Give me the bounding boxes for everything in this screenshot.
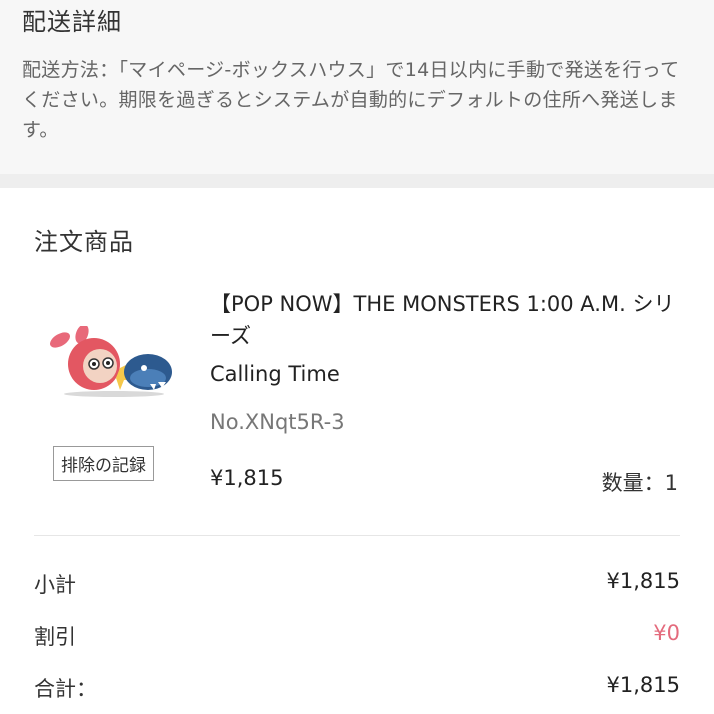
delivery-details-title: 配送詳細: [22, 8, 122, 36]
total-value: ¥1,815: [606, 673, 680, 697]
exclude-record-button[interactable]: 排除の記録: [53, 446, 154, 481]
discount-label: 割引: [34, 625, 76, 649]
delivery-details-section: 配送詳細 配送方法：「マイページ-ボックスハウス」で14日以内に手動で発送を行っ…: [0, 0, 714, 174]
monster-figure-image[interactable]: [50, 324, 178, 398]
order-items-title: 注文商品: [34, 228, 134, 256]
discount-row: 割引 ¥0: [34, 621, 680, 655]
product-variant: Calling Time: [210, 362, 340, 386]
discount-value: ¥0: [653, 621, 680, 645]
product-price: ¥1,815: [210, 466, 284, 490]
total-label: 合計：: [34, 677, 97, 701]
subtotal-label: 小計: [34, 573, 76, 597]
product-serial-number: No.XNqt5R-3: [210, 410, 345, 434]
subtotal-value: ¥1,815: [606, 569, 680, 593]
summary-divider: [34, 535, 680, 536]
delivery-method-note: 配送方法：「マイページ-ボックスハウス」で14日以内に手動で発送を行ってください…: [22, 59, 680, 141]
order-items-section: 注文商品 排除の記録 【POP NOW】THE MONSTERS 1:00 A.…: [0, 188, 714, 714]
product-name[interactable]: 【POP NOW】THE MONSTERS 1:00 A.M. シリーズ: [210, 288, 690, 352]
section-divider: [0, 174, 714, 188]
product-quantity: 数量：1: [601, 471, 678, 495]
subtotal-row: 小計 ¥1,815: [34, 569, 680, 603]
total-row: 合計： ¥1,815: [34, 673, 680, 707]
